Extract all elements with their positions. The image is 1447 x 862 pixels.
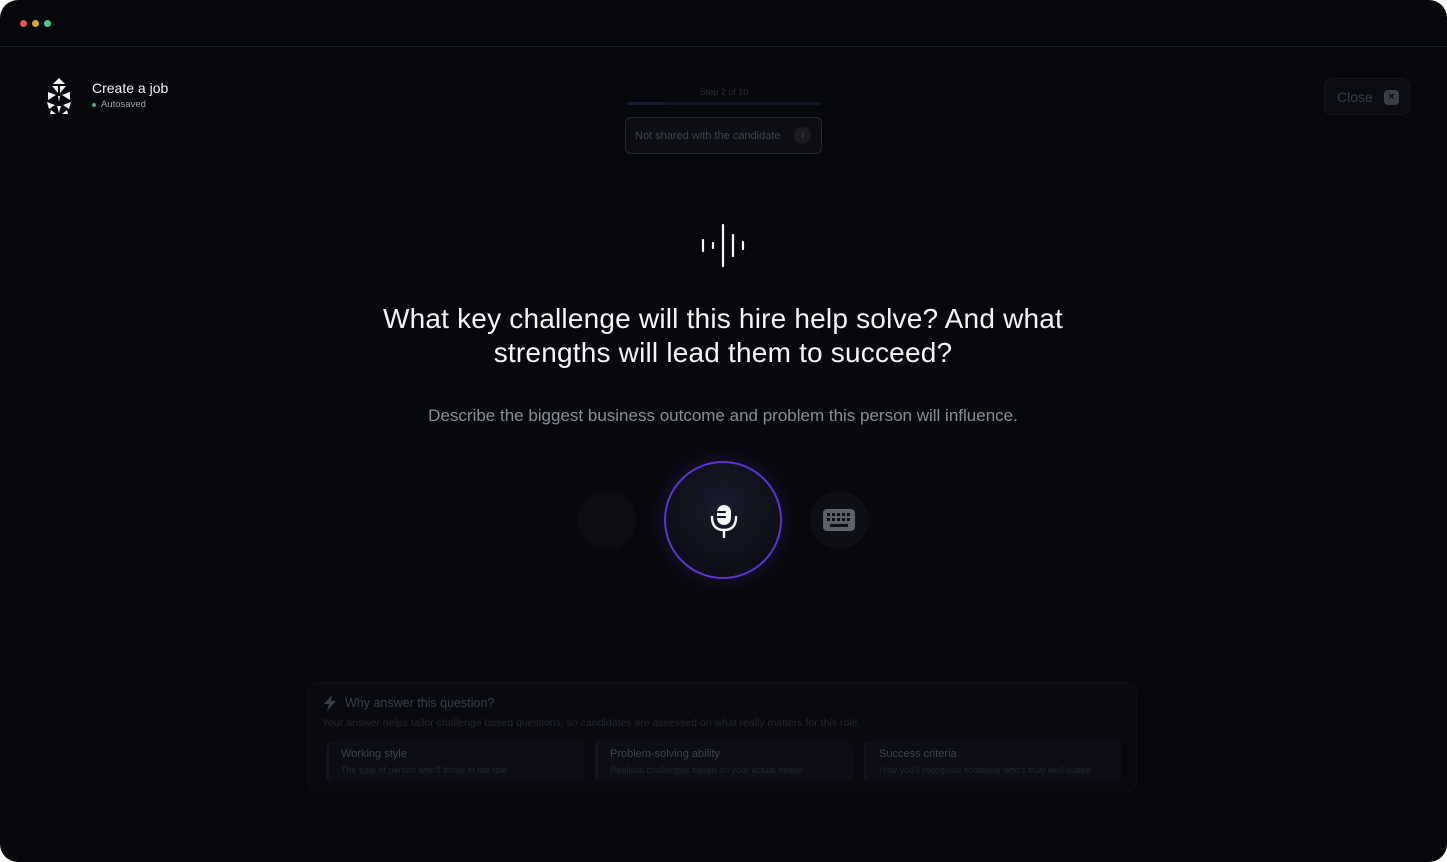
window-minimize-dot[interactable] — [32, 20, 39, 27]
brand-header: Create a job Autosaved — [44, 76, 168, 116]
keyboard-icon — [823, 509, 855, 531]
privacy-notice-text: Not shared with the candidate — [635, 129, 781, 142]
audio-waveform-icon — [701, 223, 745, 268]
keyboard-input-button[interactable] — [810, 491, 868, 549]
privacy-notice: Not shared with the candidate i — [625, 117, 822, 154]
window-maximize-dot[interactable] — [44, 20, 51, 27]
step-indicator: Step 2 of 10 — [699, 87, 749, 97]
close-button-label: Close — [1337, 88, 1373, 105]
benefit-card-problem-solving: Problem-solving ability Realistic challe… — [595, 741, 853, 781]
benefit-card-working-style: Working style The type of person who'll … — [326, 741, 584, 781]
card-description: Realistic challenges based on your actua… — [610, 765, 803, 775]
autosave-status: Autosaved — [92, 99, 168, 110]
info-icon[interactable]: i — [794, 127, 811, 144]
question-heading: What key challenge will this hire help s… — [323, 302, 1123, 370]
card-title: Success criteria — [879, 748, 957, 760]
secondary-action-button[interactable] — [578, 491, 636, 549]
app-window: Create a job Autosaved Step 2 of 10 Not … — [0, 0, 1447, 862]
why-answer-description: Your answer helps tailor challenge based… — [322, 717, 861, 729]
card-description: The type of person who'll thrive in the … — [341, 765, 508, 775]
why-answer-title: Why answer this question? — [345, 696, 495, 710]
close-icon: × — [1384, 90, 1399, 105]
window-close-dot[interactable] — [20, 20, 27, 27]
pinecone-logo-icon — [47, 78, 71, 114]
progress-bar-fill — [627, 102, 666, 105]
lightning-bolt-icon — [324, 695, 336, 711]
question-line-1: What key challenge will this hire help s… — [382, 303, 1064, 334]
card-description: How you'll recognise someone who's truly… — [879, 765, 1091, 775]
record-voice-button[interactable] — [664, 461, 782, 579]
title-bar — [0, 0, 1447, 47]
why-answer-panel: Why answer this question? Your answer he… — [308, 682, 1137, 791]
card-title: Working style — [341, 748, 407, 760]
close-button[interactable]: Close × — [1324, 78, 1410, 115]
benefit-card-success-criteria: Success criteria How you'll recognise so… — [864, 741, 1122, 781]
question-subtitle: Describe the biggest business outcome an… — [428, 406, 1018, 425]
progress-bar — [627, 102, 821, 105]
status-dot-icon — [92, 102, 96, 107]
why-answer-header: Why answer this question? — [323, 695, 494, 711]
microphone-icon — [710, 505, 738, 539]
question-line-2: strengths will lead them to succeed? — [493, 337, 953, 368]
page-title: Create a job — [92, 80, 169, 96]
card-title: Problem-solving ability — [610, 748, 721, 760]
benefit-cards: Working style The type of person who'll … — [326, 741, 1122, 781]
autosave-label: Autosaved — [101, 99, 146, 110]
